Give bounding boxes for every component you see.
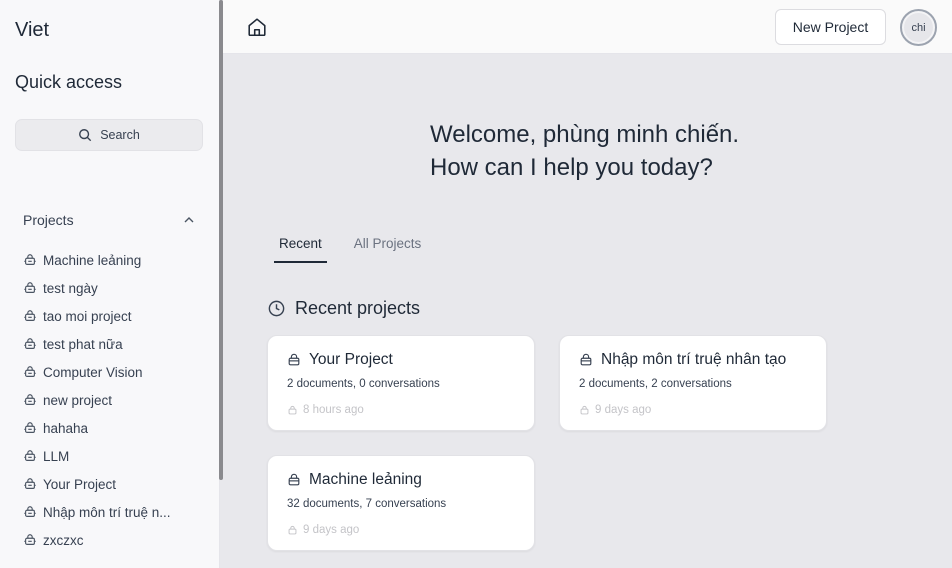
sidebar-project-item[interactable]: Machine leảning (23, 246, 203, 274)
project-icon (24, 366, 36, 377)
project-icon (24, 506, 36, 517)
sidebar-project-item[interactable]: tao moi project (23, 302, 203, 330)
project-icon (24, 422, 36, 433)
welcome-message: Welcome, phùng minh chiến. How can I hel… (430, 118, 739, 184)
brand-title: Viet (15, 19, 50, 41)
tab-recent[interactable]: Recent (274, 232, 327, 263)
project-icon (580, 405, 589, 414)
sidebar-project-label: zxczxc (43, 532, 84, 548)
sidebar-project-label: Nhập môn trí truệ n... (43, 504, 171, 520)
projects-section-toggle[interactable]: Projects (23, 212, 195, 228)
sidebar-project-label: test phat nữa (43, 336, 123, 352)
sidebar-project-label: new project (43, 392, 113, 408)
search-label: Search (100, 128, 140, 142)
sidebar-project-item[interactable]: test phat nữa (23, 330, 203, 358)
project-icon (24, 310, 36, 321)
project-card-time: 9 days ago (595, 404, 652, 416)
project-card-time: 9 days ago (303, 524, 360, 536)
project-card-meta: 2 documents, 0 conversations (287, 378, 440, 390)
project-icon (288, 525, 297, 534)
home-icon[interactable] (246, 16, 268, 38)
project-icon (580, 353, 592, 366)
welcome-line-2: How can I help you today? (430, 154, 713, 181)
project-card[interactable]: Your Project 2 documents, 0 conversation… (267, 335, 535, 431)
quick-access-heading: Quick access (15, 72, 123, 92)
project-icon (24, 282, 36, 293)
project-icon (24, 534, 36, 545)
top-header: New Project chi (223, 0, 952, 54)
project-card-title: Your Project (309, 351, 393, 368)
new-project-button[interactable]: New Project (775, 9, 886, 45)
sidebar: Viet Quick access Search Projects Machin… (0, 0, 220, 568)
project-card-title: Machine leảning (309, 471, 422, 488)
clock-icon (268, 300, 285, 317)
avatar[interactable]: chi (900, 9, 937, 46)
chevron-up-icon (184, 217, 194, 223)
sidebar-project-label: Your Project (43, 476, 117, 492)
project-card-title: Nhập môn trí truệ nhân tạo (601, 351, 787, 368)
sidebar-project-label: Computer Vision (43, 364, 143, 380)
project-icon (288, 405, 297, 414)
project-card-meta: 32 documents, 7 conversations (287, 498, 447, 510)
project-card-meta: 2 documents, 2 conversations (579, 378, 732, 390)
recent-projects-heading: Recent projects (267, 298, 420, 319)
sidebar-project-item[interactable]: test ngày (23, 274, 203, 302)
sidebar-project-item[interactable]: Your Project (23, 470, 203, 498)
projects-heading: Projects (23, 212, 74, 228)
sidebar-project-item[interactable]: new project (23, 386, 203, 414)
project-icon (24, 254, 36, 265)
project-icon (24, 394, 36, 405)
search-button[interactable]: Search (15, 119, 203, 151)
project-icon (24, 450, 36, 461)
sidebar-project-item[interactable]: Nhập môn trí truệ n... (23, 498, 203, 526)
project-tabs: Recent All Projects (274, 232, 448, 263)
sidebar-project-item[interactable]: Computer Vision (23, 358, 203, 386)
project-card[interactable]: Nhập môn trí truệ nhân tạo 2 documents, … (559, 335, 827, 431)
sidebar-project-label: test ngày (43, 280, 98, 296)
sidebar-project-label: LLM (43, 448, 70, 464)
project-icon (288, 353, 300, 366)
project-card-time: 8 hours ago (303, 404, 364, 416)
sidebar-project-label: hahaha (43, 420, 89, 436)
tab-all-projects[interactable]: All Projects (349, 232, 427, 263)
recent-projects-title: Recent projects (295, 298, 421, 318)
sidebar-scrollbar[interactable] (219, 0, 223, 480)
project-card[interactable]: Machine leảning 32 documents, 7 conversa… (267, 455, 535, 551)
project-list: Machine leảning test ngày tao moi projec… (23, 246, 203, 554)
welcome-line-1: Welcome, phùng minh chiến. (430, 121, 740, 148)
project-icon (24, 338, 36, 349)
sidebar-project-item[interactable]: zxczxc (23, 526, 203, 554)
sidebar-project-item[interactable]: hahaha (23, 414, 203, 442)
project-icon (24, 478, 36, 489)
sidebar-project-item[interactable]: LLM (23, 442, 203, 470)
search-icon (79, 129, 92, 142)
sidebar-project-label: tao moi project (43, 308, 132, 324)
sidebar-project-label: Machine leảning (43, 252, 142, 268)
project-icon (288, 473, 300, 486)
